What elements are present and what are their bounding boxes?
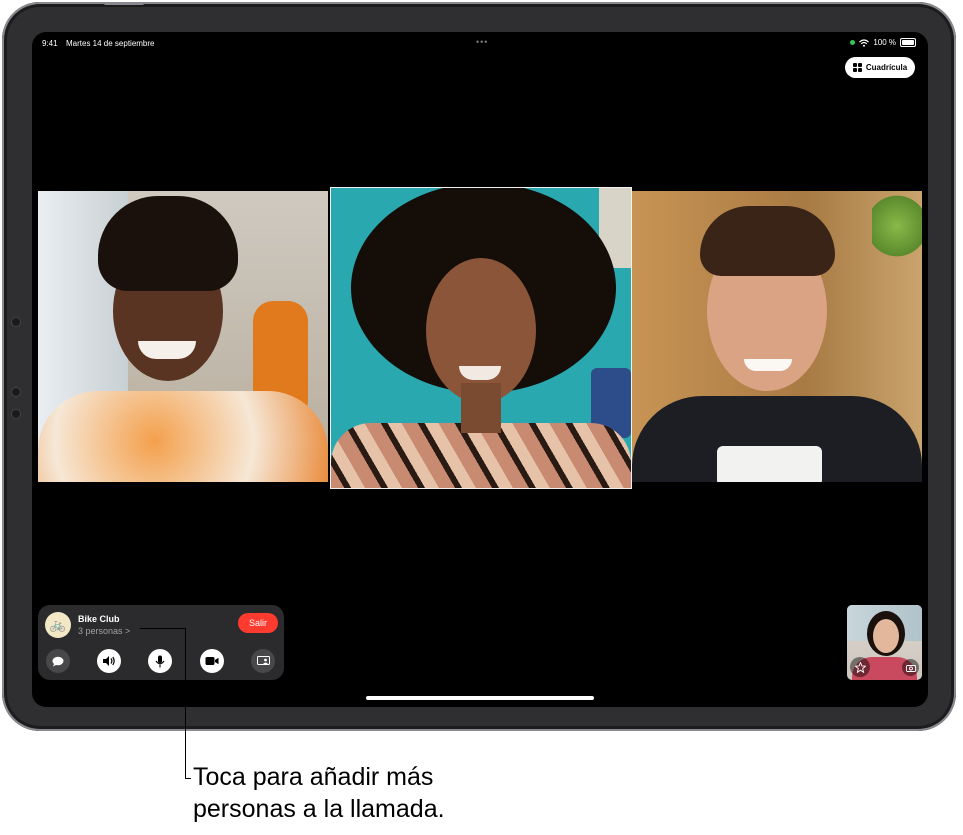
status-right: 100 % bbox=[850, 38, 916, 47]
battery-icon bbox=[900, 38, 916, 47]
callout-line-2: personas a la llamada. bbox=[193, 795, 445, 823]
status-date: Martes 14 de septiembre bbox=[66, 39, 155, 48]
facetime-screen: 9:41 Martes 14 de septiembre ••• 100 % C… bbox=[32, 32, 928, 707]
flip-camera-button[interactable] bbox=[902, 659, 919, 676]
effects-icon bbox=[854, 661, 866, 673]
shareplay-icon bbox=[256, 656, 270, 665]
callout-line-1: Toca para añadir más bbox=[193, 763, 434, 791]
callout-line-vertical bbox=[185, 628, 186, 779]
camera-in-use-indicator-icon bbox=[850, 40, 856, 45]
battery-percent: 100 % bbox=[873, 38, 896, 47]
camera-button[interactable] bbox=[200, 649, 224, 673]
volume-top-button bbox=[104, 2, 144, 5]
camera-icon bbox=[205, 657, 219, 665]
home-indicator[interactable] bbox=[366, 696, 594, 700]
side-sensor bbox=[11, 317, 21, 327]
message-icon bbox=[52, 656, 64, 666]
speaker-button[interactable] bbox=[97, 649, 121, 673]
callout-line-tick bbox=[185, 778, 191, 779]
effects-button[interactable] bbox=[850, 657, 870, 677]
grid-view-button[interactable]: Cuadrícula bbox=[845, 57, 915, 78]
message-button[interactable] bbox=[46, 649, 70, 673]
wifi-icon bbox=[859, 38, 870, 47]
chevron-right-icon: > bbox=[125, 626, 131, 636]
ipad-frame: 9:41 Martes 14 de septiembre ••• 100 % C… bbox=[2, 2, 956, 731]
speaker-icon bbox=[103, 656, 115, 666]
participant-tile-2[interactable] bbox=[330, 187, 632, 489]
people-count-label: 3 personas bbox=[78, 626, 123, 636]
grid-view-label: Cuadrícula bbox=[865, 63, 908, 72]
coffee-mug bbox=[717, 446, 822, 482]
leave-call-button[interactable]: Salir bbox=[238, 613, 278, 633]
participant-tile-1[interactable] bbox=[38, 191, 328, 482]
call-controls-panel: 🚲 Bike Club 3 personas > Salir bbox=[38, 605, 284, 680]
side-sensor bbox=[11, 409, 21, 419]
status-bar: 9:41 Martes 14 de septiembre ••• 100 % bbox=[32, 37, 928, 51]
grid-icon bbox=[852, 63, 862, 72]
shareplay-button[interactable] bbox=[251, 649, 275, 673]
callout-text: Toca para añadir más personas a la llama… bbox=[193, 761, 445, 825]
bike-icon: 🚲 bbox=[45, 612, 71, 638]
callout-line-horizontal bbox=[140, 628, 186, 629]
microphone-icon bbox=[155, 655, 165, 667]
side-sensor bbox=[11, 387, 21, 397]
multitasking-dots-icon[interactable]: ••• bbox=[476, 37, 488, 47]
flip-camera-icon bbox=[905, 664, 916, 672]
status-time: 9:41 bbox=[42, 39, 58, 48]
microphone-button[interactable] bbox=[148, 649, 172, 673]
self-view-tile[interactable] bbox=[847, 605, 922, 680]
group-name: Bike Club bbox=[78, 614, 120, 624]
participant-tile-3[interactable] bbox=[632, 191, 922, 482]
people-count-button[interactable]: 3 personas > bbox=[78, 626, 130, 636]
